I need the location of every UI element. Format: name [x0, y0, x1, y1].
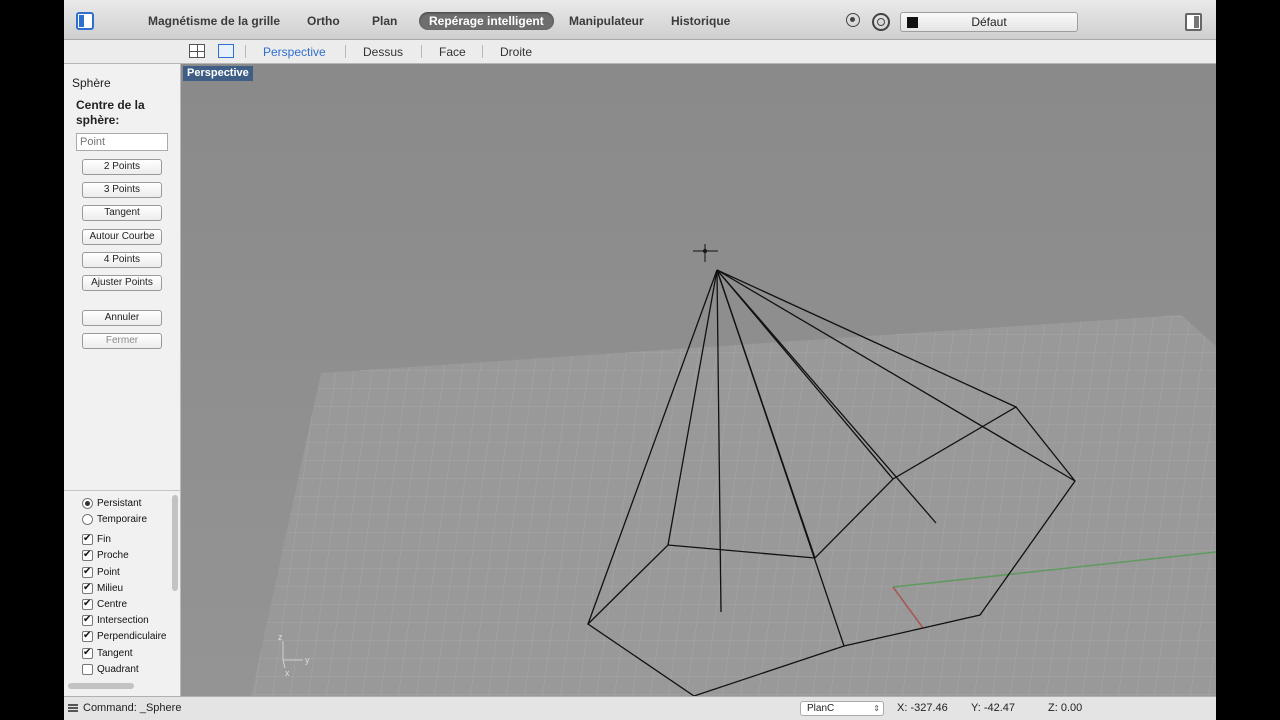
checkbox-icon[interactable]	[82, 664, 93, 675]
top-toolbar: Magnétisme de la grille Ortho Plan Repér…	[64, 0, 1216, 40]
grid-snap-toggle[interactable]: Magnétisme de la grille	[148, 12, 280, 30]
separator	[345, 45, 346, 58]
checkbox-checked-icon[interactable]	[82, 565, 93, 579]
checkbox-checked-icon[interactable]	[82, 581, 93, 595]
command-history-icon[interactable]	[68, 704, 78, 712]
command-title: Sphère	[72, 76, 111, 90]
y-coordinate: Y: -42.47	[971, 702, 1016, 714]
radio-icon[interactable]	[82, 514, 93, 525]
checkbox-checked-icon[interactable]	[82, 646, 93, 660]
osnap-panel: Persistant Temporaire Fin Proche Point M…	[64, 490, 181, 697]
tab-top[interactable]: Dessus	[363, 44, 403, 60]
command-prompt: Centre de la sphère:	[76, 98, 145, 127]
radio-selected-icon[interactable]	[82, 498, 93, 509]
status-bar: Command: _Sphere PlanC ⇕ X: -327.46 Y: -…	[64, 696, 1216, 720]
fit-points-button[interactable]: Ajuster Points	[82, 275, 162, 291]
right-panel-toggle-icon[interactable]	[1185, 13, 1202, 31]
gizmo-y-label: y	[305, 655, 310, 665]
tab-perspective[interactable]: Perspective	[263, 44, 326, 60]
view-tabs-bar: Perspective Dessus Face Droite	[64, 40, 1216, 64]
cancel-button[interactable]: Annuler	[82, 310, 162, 326]
gizmo-x-label: x	[285, 668, 290, 678]
tangent-button[interactable]: Tangent	[82, 205, 162, 221]
checkbox-checked-icon[interactable]	[82, 630, 93, 643]
stepper-arrows-icon: ⇕	[873, 704, 880, 713]
tab-front[interactable]: Face	[439, 44, 466, 60]
gumball-toggle[interactable]: Manipulateur	[569, 12, 644, 30]
checkbox-checked-icon[interactable]	[82, 613, 93, 627]
command-line[interactable]: Command: _Sphere	[83, 702, 181, 714]
osnap-perpendicular[interactable]: Perpendiculaire	[82, 630, 168, 644]
smart-track-toggle[interactable]: Repérage intelligent	[419, 12, 554, 30]
tab-right[interactable]: Droite	[500, 44, 532, 60]
three-points-button[interactable]: 3 Points	[82, 182, 162, 198]
separator	[421, 45, 422, 58]
target-icon[interactable]	[846, 13, 860, 27]
rhino-window: Magnétisme de la grille Ortho Plan Repér…	[64, 0, 1216, 720]
checkbox-checked-icon[interactable]	[82, 597, 93, 611]
horizontal-scrollbar[interactable]	[68, 683, 134, 689]
separator	[245, 45, 246, 58]
close-button[interactable]: Fermer	[82, 333, 162, 349]
layer-selector[interactable]: Défaut	[900, 12, 1078, 32]
four-view-layout-icon[interactable]	[189, 44, 205, 58]
separator	[482, 45, 483, 58]
grid-lines	[251, 315, 1216, 696]
checkbox-checked-icon[interactable]	[82, 532, 93, 546]
vertical-scrollbar[interactable]	[172, 495, 178, 591]
sidebar-toggle-icon[interactable]	[76, 12, 94, 30]
command-panel: Sphère Centre de la sphère: 2 Points 3 P…	[64, 64, 181, 696]
four-points-button[interactable]: 4 Points	[82, 252, 162, 268]
x-coordinate: X: -327.46	[897, 702, 948, 714]
single-view-layout-icon[interactable]	[218, 44, 234, 58]
cplane-label: PlanC	[807, 703, 835, 714]
perspective-viewport[interactable]: z y x Perspective	[181, 64, 1216, 696]
viewport-title[interactable]: Perspective	[183, 66, 253, 81]
layer-name: Défaut	[971, 15, 1007, 29]
cplane-selector[interactable]: PlanC ⇕	[800, 701, 884, 716]
two-points-button[interactable]: 2 Points	[82, 159, 162, 175]
history-toggle[interactable]: Historique	[671, 12, 730, 30]
z-coordinate: Z: 0.00	[1048, 702, 1083, 714]
planar-toggle[interactable]: Plan	[372, 12, 397, 30]
osnap-circle-icon[interactable]	[872, 13, 890, 31]
ortho-toggle[interactable]: Ortho	[307, 12, 340, 30]
viewport-canvas[interactable]: z y x	[181, 64, 1216, 696]
gizmo-z-label: z	[278, 632, 283, 642]
around-curve-button[interactable]: Autour Courbe	[82, 229, 162, 245]
point-input[interactable]	[76, 133, 168, 151]
checkbox-checked-icon[interactable]	[82, 548, 93, 562]
